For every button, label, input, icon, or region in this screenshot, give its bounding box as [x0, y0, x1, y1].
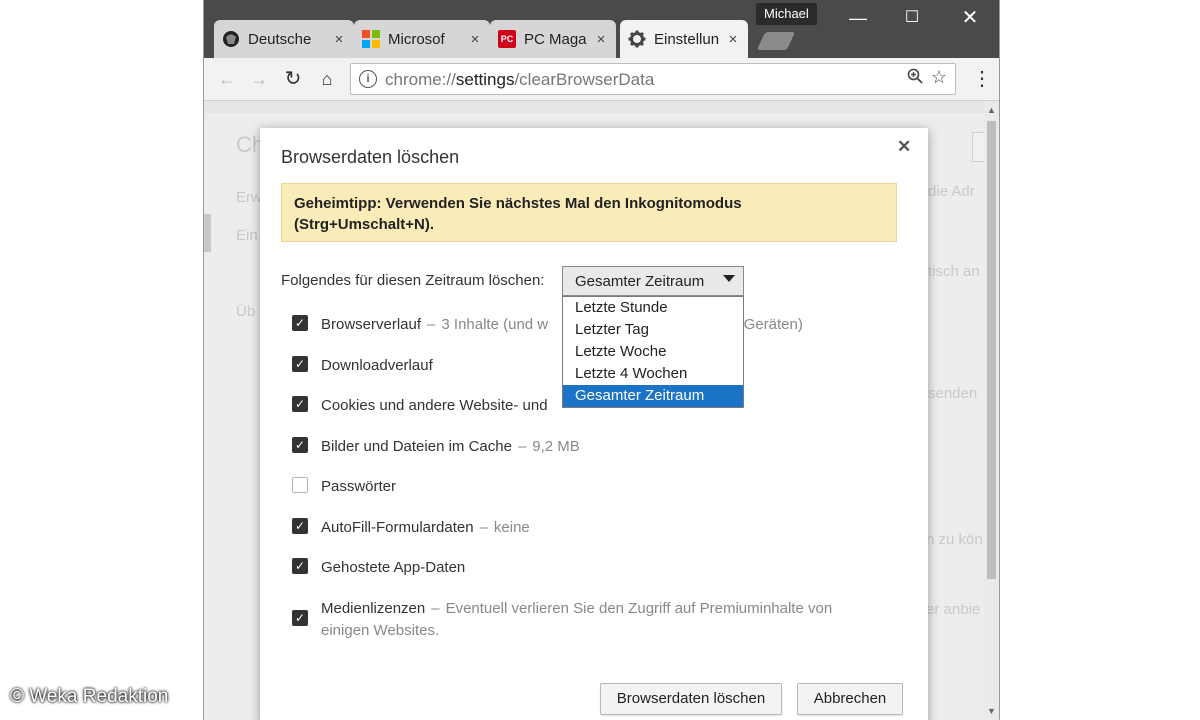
- close-icon[interactable]: ×: [468, 31, 482, 48]
- ghost-text: die Adr: [928, 183, 975, 200]
- item-media-licenses[interactable]: ✓ Medienlizenzen – Eventuell verlieren Sie…: [292, 598, 832, 642]
- pcmag-logo-icon: PC: [498, 30, 516, 48]
- close-icon[interactable]: ×: [332, 31, 346, 48]
- zoom-icon[interactable]: [907, 68, 923, 89]
- scrollbar-thumb[interactable]: [987, 121, 996, 579]
- ghost-text: Ein: [236, 227, 258, 244]
- page-scrollbar[interactable]: ▲ ▼: [984, 101, 999, 720]
- tip-line: (Strg+Umschalt+N).: [294, 216, 435, 233]
- url-text: chrome://settings/clearBrowserData: [385, 70, 655, 89]
- checkbox-checked[interactable]: ✓: [292, 518, 308, 534]
- ghost-text: Erw: [236, 189, 262, 206]
- item-download-history[interactable]: ✓ Downloadverlauf: [292, 355, 433, 377]
- toolbar: ← → ↻ ⌂ i chrome://settings/clearBrowser…: [204, 58, 999, 101]
- close-icon[interactable]: ×: [594, 31, 608, 48]
- checkbox-checked[interactable]: ✓: [292, 437, 308, 453]
- close-icon[interactable]: ✕: [897, 137, 911, 157]
- tab-label: Einstellun: [654, 30, 720, 48]
- tab-strip: Deutsche × Microsof × PC PC Maga × Einst…: [204, 0, 999, 58]
- reload-icon[interactable]: ↻: [280, 66, 306, 92]
- minimize-icon[interactable]: —: [846, 6, 870, 30]
- incognito-tip-banner: Geheimtipp: Verwenden Sie nächstes Mal d…: [281, 183, 897, 242]
- option-all-time[interactable]: Gesamter Zeitraum: [563, 385, 743, 407]
- microsoft-logo-icon: [362, 30, 380, 48]
- new-tab-button[interactable]: [756, 32, 796, 50]
- tab-microsoft[interactable]: Microsof ×: [354, 20, 490, 58]
- time-range-select[interactable]: Gesamter Zeitraum: [562, 266, 744, 296]
- item-cookies[interactable]: ✓ Cookies und andere Website- und: [292, 395, 548, 417]
- tab-label: Deutsche: [248, 30, 312, 48]
- close-icon[interactable]: ×: [726, 31, 740, 48]
- checkbox-checked[interactable]: ✓: [292, 558, 308, 574]
- item-passwords[interactable]: Passwörter: [292, 476, 396, 498]
- profile-badge[interactable]: Michael: [756, 3, 817, 25]
- tab-pcmagazin[interactable]: PC PC Maga ×: [490, 20, 616, 58]
- dialog-title: Browserdaten löschen: [281, 147, 460, 167]
- back-icon[interactable]: ←: [214, 66, 240, 92]
- scroll-up-icon[interactable]: ▲: [984, 103, 999, 117]
- select-value: Gesamter Zeitraum: [575, 273, 705, 290]
- bookmark-star-icon[interactable]: ☆: [931, 67, 947, 88]
- tab-label: Microsof: [388, 30, 445, 48]
- maximize-icon[interactable]: ☐: [900, 6, 924, 30]
- scroll-down-icon[interactable]: ▼: [984, 704, 999, 718]
- menu-icon[interactable]: ⋮: [972, 66, 992, 92]
- checkbox-checked[interactable]: ✓: [292, 315, 308, 331]
- clear-browsing-data-dialog: Browserdaten löschen ✕ Geheimtipp: Verwe…: [260, 128, 928, 720]
- copyright-credit: © Weka Redaktion: [10, 686, 169, 707]
- item-autofill[interactable]: ✓ AutoFill-Formulardaten – keine: [292, 517, 530, 539]
- address-bar[interactable]: i chrome://settings/clearBrowserData ☆: [350, 63, 956, 95]
- forward-icon[interactable]: →: [246, 66, 272, 92]
- search-field-edge: [972, 132, 984, 162]
- tab-deutsche[interactable]: Deutsche ×: [214, 20, 354, 58]
- tip-line: Geheimtipp: Verwenden Sie nächstes Mal d…: [294, 195, 742, 212]
- time-range-label: Folgendes für diesen Zeitraum löschen:: [281, 272, 545, 289]
- window-close-icon[interactable]: ✕: [958, 6, 982, 30]
- option-last-4-weeks[interactable]: Letzte 4 Wochen: [563, 363, 743, 385]
- ghost-text: senden: [928, 385, 978, 402]
- browser-window: Deutsche × Microsof × PC PC Maga × Einst…: [203, 0, 1000, 720]
- chevron-down-icon: [723, 275, 735, 282]
- cancel-button[interactable]: Abbrechen: [797, 683, 903, 715]
- sidebar-selection-indicator: [204, 214, 211, 252]
- tab-label: PC Maga: [524, 30, 587, 48]
- checkbox-unchecked[interactable]: [292, 477, 308, 493]
- home-icon[interactable]: ⌂: [314, 66, 340, 92]
- time-range-dropdown: Letzte Stunde Letzter Tag Letzte Woche L…: [562, 296, 744, 408]
- ghost-text: Üb: [236, 303, 256, 320]
- bundestag-eagle-icon: [222, 30, 240, 48]
- item-hosted-app-data[interactable]: ✓ Gehostete App-Daten: [292, 557, 465, 579]
- checkbox-checked[interactable]: ✓: [292, 610, 308, 626]
- tab-einstellungen[interactable]: Einstellun ×: [620, 20, 748, 58]
- checkbox-checked[interactable]: ✓: [292, 356, 308, 372]
- option-last-day[interactable]: Letzter Tag: [563, 319, 743, 341]
- ghost-text: er anbie: [926, 601, 981, 618]
- clear-data-button[interactable]: Browserdaten löschen: [600, 683, 782, 715]
- item-cached-images[interactable]: ✓ Bilder und Dateien im Cache –9,2 MB: [292, 436, 580, 458]
- ghost-text: n zu kön: [926, 531, 983, 548]
- info-icon[interactable]: i: [359, 70, 377, 88]
- option-last-week[interactable]: Letzte Woche: [563, 341, 743, 363]
- checkbox-checked[interactable]: ✓: [292, 396, 308, 412]
- gear-icon: [628, 30, 646, 48]
- option-last-hour[interactable]: Letzte Stunde: [563, 297, 743, 319]
- ghost-text: tisch an: [928, 263, 980, 280]
